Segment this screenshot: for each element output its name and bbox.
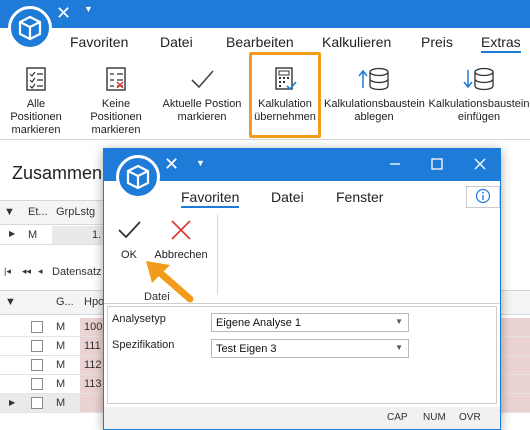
- record-navigator: |◂ ◂◂ ◂ Datensatz: [0, 263, 105, 281]
- close-icon[interactable]: [474, 157, 486, 174]
- chevron-down-icon[interactable]: ▼: [395, 317, 403, 326]
- tab-favoriten[interactable]: Favoriten: [70, 34, 128, 50]
- dialog-ribbon-tabs: Favoriten Datei Fenster: [104, 181, 500, 211]
- select-all-positions-button[interactable]: Alle Positionen markieren: [0, 54, 72, 137]
- table-cell: 111: [84, 340, 101, 352]
- table-cell: M: [28, 229, 38, 241]
- select-all-label-2: markieren: [11, 124, 61, 136]
- info-button[interactable]: [466, 186, 500, 208]
- checkmark-icon: [162, 66, 242, 92]
- minimize-icon[interactable]: [389, 157, 401, 174]
- database-down-icon: [428, 66, 530, 92]
- spezifikation-label: Spezifikation: [112, 339, 175, 351]
- table-cell: 113: [84, 378, 102, 390]
- column-header[interactable]: Et...: [28, 206, 48, 218]
- row-checkbox[interactable]: [31, 378, 43, 390]
- expand-icon[interactable]: ▶: [9, 398, 15, 407]
- checkmark-icon: [112, 217, 146, 247]
- expand-icon[interactable]: ▶: [9, 229, 15, 238]
- tab-preis[interactable]: Preis: [421, 34, 453, 50]
- page-title: Zusammen: [12, 163, 103, 183]
- table-cell: M: [56, 321, 66, 333]
- store-calc-label-1: Kalkulationsbaustein: [324, 98, 425, 110]
- select-current-label-1: Aktuelle Postion: [162, 98, 242, 110]
- spezifikation-select[interactable]: Test Eigen 3 ▼: [211, 339, 409, 358]
- tab-datei[interactable]: Datei: [160, 34, 193, 50]
- select-none-label-2: markieren: [91, 124, 141, 136]
- checklist-icon: [0, 66, 72, 92]
- checklist-none-icon: [76, 66, 156, 92]
- select-current-label-2: markieren: [177, 111, 227, 123]
- insert-calc-label-2: einfügen: [457, 111, 501, 123]
- table-cell: M: [56, 359, 66, 371]
- dialog-app-logo[interactable]: [116, 155, 160, 199]
- dialog-tab-favoriten[interactable]: Favoriten: [181, 189, 240, 208]
- spezifikation-value: Test Eigen 3: [216, 343, 277, 355]
- row-checkbox[interactable]: [31, 359, 43, 371]
- insert-calc-label-1: Kalkulationsbaustein: [428, 98, 530, 110]
- status-ovr: OVR: [459, 412, 481, 423]
- filter-icon[interactable]: ▼: [5, 296, 16, 308]
- top-grid-header: ▼ Et... GrpLstg: [0, 201, 105, 225]
- dialog-tab-fenster[interactable]: Fenster: [336, 189, 383, 205]
- row-checkbox[interactable]: [31, 340, 43, 352]
- row-checkbox[interactable]: [31, 321, 43, 333]
- record-navigator-text: Datensatz: [52, 266, 102, 278]
- dialog-close-small-icon[interactable]: ✕: [164, 154, 179, 175]
- table-cell: 112: [84, 359, 102, 371]
- column-header[interactable]: GrpLstg: [56, 206, 95, 218]
- info-icon: [475, 188, 491, 207]
- status-num: NUM: [423, 412, 446, 423]
- table-cell: 100: [84, 321, 103, 333]
- pointer-arrow: [146, 261, 194, 303]
- table-row[interactable]: ▶ M 1.: [0, 225, 105, 245]
- row-checkbox[interactable]: [31, 397, 43, 409]
- ribbon-tabs: Favoriten Datei Bearbeiten Kalkulieren P…: [0, 28, 530, 54]
- analysetyp-label: Analysetyp: [112, 313, 166, 325]
- first-record-icon[interactable]: |◂: [4, 266, 11, 277]
- app-title-bar: [0, 0, 530, 28]
- select-current-position-button[interactable]: Aktuelle Postion markieren: [162, 54, 242, 124]
- dialog-tab-datei[interactable]: Datei: [271, 189, 304, 205]
- maximize-icon[interactable]: [431, 157, 443, 174]
- database-up-icon: [324, 66, 424, 92]
- filter-icon[interactable]: ▼: [4, 206, 15, 218]
- quick-access-dropdown-icon[interactable]: ▼: [84, 4, 93, 14]
- previous-record-icon[interactable]: ◂: [38, 266, 43, 277]
- app-logo[interactable]: [8, 6, 52, 50]
- table-cell: M: [56, 378, 66, 390]
- tab-kalkulieren[interactable]: Kalkulieren: [322, 34, 391, 50]
- group-separator: [217, 215, 218, 295]
- store-calc-module-button[interactable]: Kalkulationsbaustein ablegen: [324, 54, 425, 124]
- status-bar: CAP NUM OVR: [104, 407, 500, 429]
- insert-calc-module-button[interactable]: Kalkulationsbaustein einfügen: [428, 54, 530, 124]
- tab-extras[interactable]: Extras: [481, 34, 521, 53]
- analysetyp-value: Eigene Analyse 1: [216, 317, 302, 329]
- top-grid: ▼ Et... GrpLstg ▶ M 1. |◂ ◂◂ ◂ Datensatz: [0, 200, 105, 290]
- close-icon[interactable]: ✕: [56, 3, 71, 23]
- cancel-x-icon: [152, 217, 210, 247]
- tab-bearbeiten[interactable]: Bearbeiten: [226, 34, 294, 50]
- select-none-positions-button[interactable]: Keine Positionen markieren: [76, 54, 156, 137]
- previous-page-icon[interactable]: ◂◂: [22, 266, 31, 277]
- table-cell: M: [56, 340, 66, 352]
- store-calc-label-2: ablegen: [354, 111, 394, 123]
- table-cell: M: [56, 397, 66, 409]
- select-all-label-1: Alle Positionen: [10, 98, 62, 123]
- chevron-down-icon[interactable]: ▼: [395, 343, 403, 352]
- column-header[interactable]: G...: [56, 296, 74, 308]
- select-none-label-1: Keine Positionen: [90, 98, 142, 123]
- table-cell: 1.: [92, 229, 102, 241]
- highlight-frame: [249, 52, 321, 138]
- dialog-quick-access-dropdown-icon[interactable]: ▼: [196, 158, 205, 168]
- analysetyp-select[interactable]: Eigene Analyse 1 ▼: [211, 313, 409, 332]
- dialog-form: Analysetyp Eigene Analyse 1 ▼ Spezifikat…: [107, 306, 497, 404]
- status-cap: CAP: [387, 412, 408, 423]
